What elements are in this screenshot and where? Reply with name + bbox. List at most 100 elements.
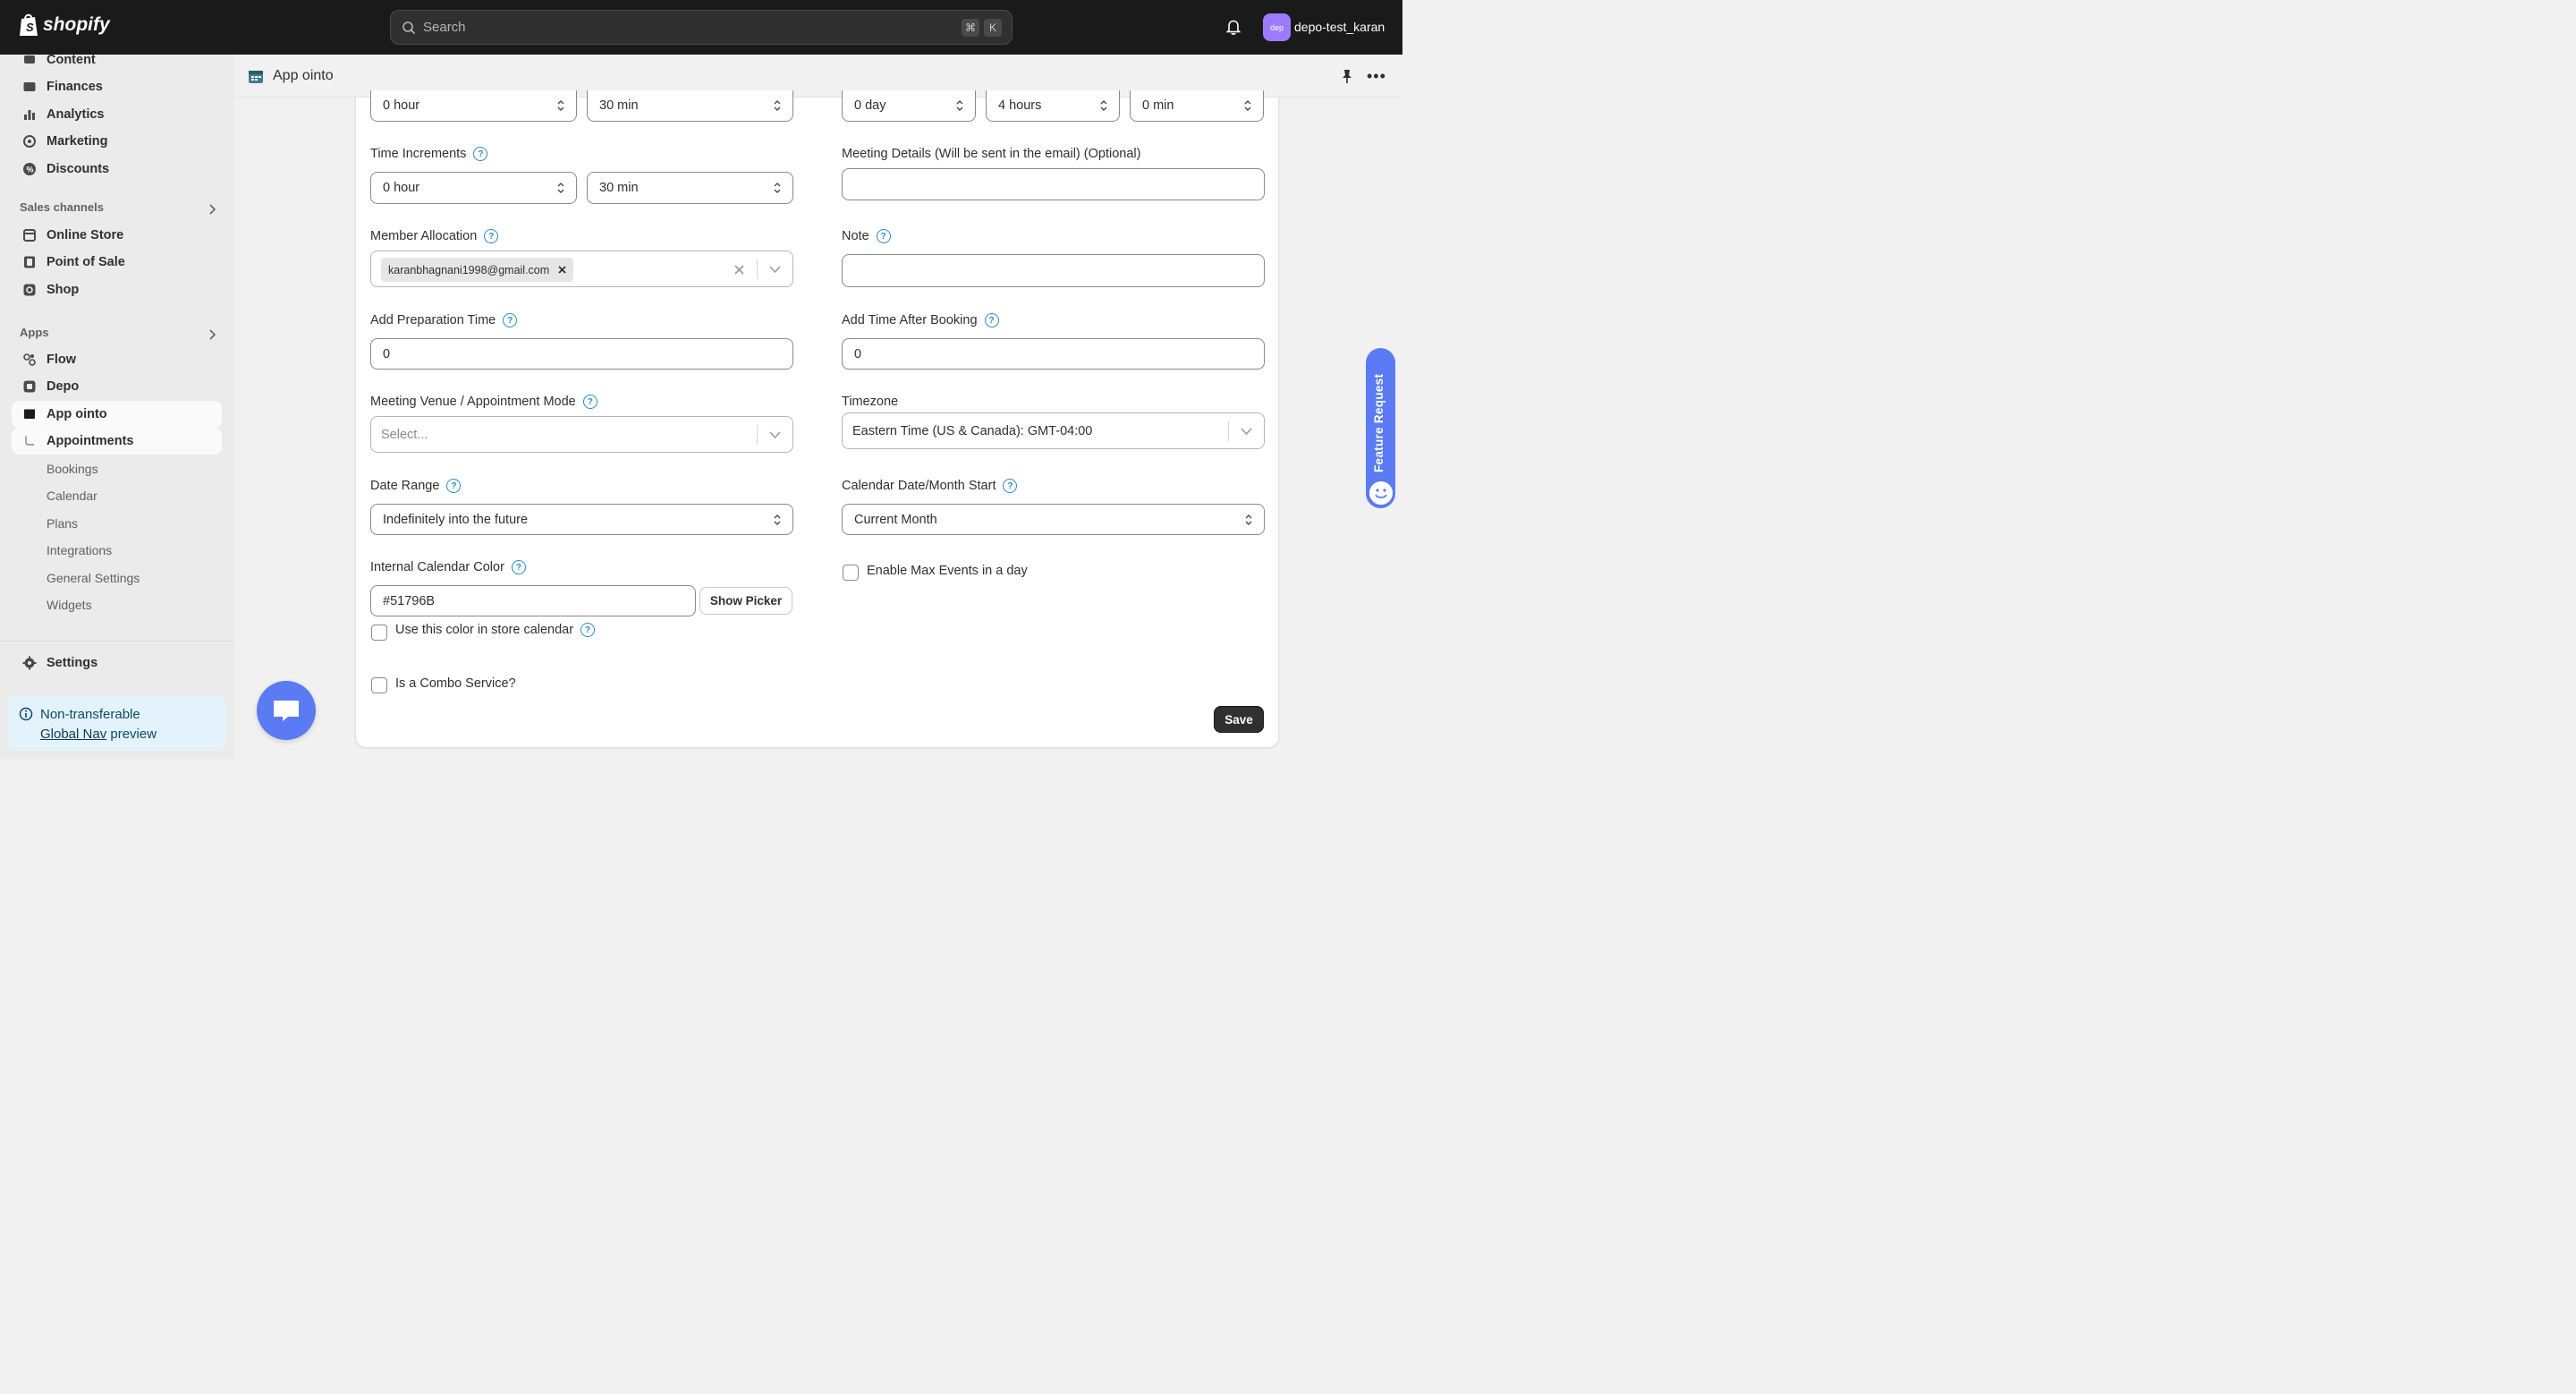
sidebar-sub-plans[interactable]: Plans [47,516,78,531]
sidebar-sub-integrations[interactable]: Integrations [47,543,112,557]
sidebar-item-label: Flow [47,353,77,367]
finances-icon [21,79,38,96]
sidebar-item-point-of-sale[interactable]: Point of Sale [12,249,222,276]
chevron-right-icon[interactable] [207,203,217,216]
select-arrows-icon [1100,100,1107,111]
help-icon[interactable]: ? [876,229,891,243]
more-actions-icon[interactable]: ••• [1367,67,1386,86]
time-increments-hour-select[interactable]: 0 hour [370,172,577,204]
help-icon[interactable]: ? [446,479,462,493]
sidebar-item-finances[interactable]: Finances [12,73,222,100]
sidebar-item-appointments[interactable]: Appointments [12,428,222,455]
sales-channels-label[interactable]: Sales channels [20,200,104,214]
input-value: #51796B [383,593,436,608]
note-input[interactable] [842,254,1265,287]
sidebar-item-analytics[interactable]: Analytics [12,101,222,128]
meeting-details-input[interactable] [842,168,1265,200]
calendar-color-label: Internal Calendar Color ? [370,560,526,574]
meeting-details-label: Meeting Details (Will be sent in the ema… [842,147,1140,161]
pin-icon[interactable] [1340,68,1354,84]
global-nav-link[interactable]: Global Nav [40,727,106,742]
sidebar-sub-calendar[interactable]: Calendar [47,489,97,503]
chevron-down-icon[interactable] [769,266,781,274]
help-icon[interactable]: ? [1003,479,1018,493]
select-value: Current Month [854,512,937,527]
calendar-color-input[interactable]: #51796B [370,585,696,616]
input-value: 0 [383,346,391,361]
sidebar-item-settings[interactable]: Settings [12,650,222,676]
help-icon[interactable]: ? [511,560,526,574]
help-icon[interactable]: ? [984,313,999,327]
select-arrows-icon [1244,100,1251,111]
label-text: Time Increments [370,147,467,161]
help-icon[interactable]: ? [580,623,596,637]
sidebar-item-flow[interactable]: Flow [12,346,222,373]
sidebar-sub-bookings[interactable]: Bookings [47,462,98,476]
timezone-select[interactable]: Eastern Time (US & Canada): GMT-04:00 [842,412,1265,449]
global-nav-preview-banner: Non-transferable Global Nav preview [8,696,226,751]
select-arrows-icon [557,183,564,193]
help-icon[interactable]: ? [503,313,518,327]
sidebar-item-label: Content [47,53,96,67]
help-icon[interactable]: ? [582,395,597,409]
label-text: Member Allocation [370,229,478,243]
use-color-checkbox[interactable] [371,625,387,641]
chat-button[interactable] [257,681,316,740]
help-icon[interactable]: ? [473,147,488,161]
store-name[interactable]: depo-test_karan [1294,20,1385,34]
sidebar-sub-widgets[interactable]: Widgets [47,598,92,612]
select-arrows-icon [774,183,781,193]
info-icon [19,707,33,721]
sidebar-item-depo[interactable]: Depo [12,373,222,400]
content-icon [21,52,38,69]
show-picker-button[interactable]: Show Picker [699,587,792,615]
combo-service-checkbox[interactable] [371,677,387,693]
sidebar-sub-general-settings[interactable]: General Settings [47,571,140,585]
sidebar-item-marketing[interactable]: Marketing [12,128,222,155]
shop-icon [21,282,38,299]
date-range-select[interactable]: Indefinitely into the future [370,504,793,535]
select-value: 4 hours [998,98,1042,113]
chevron-right-icon[interactable] [207,328,217,341]
member-allocation-select[interactable]: karanbhagnani1998@gmail.com [370,251,793,287]
sidebar-item-content[interactable]: Content [12,47,222,73]
preview-line1: Non-transferable [40,707,140,722]
help-icon[interactable]: ? [484,229,499,243]
chevron-down-icon[interactable] [1241,428,1252,436]
avatar[interactable]: dep [1263,13,1291,41]
buffer-min-select[interactable]: 0 min [1130,90,1264,122]
search-input[interactable]: Search ⌘ K [390,10,1013,45]
use-color-label: Use this color in store calendar ? [395,623,596,637]
sidebar-item-shop[interactable]: Shop [12,276,222,303]
max-events-label: Enable Max Events in a day [867,564,1028,578]
apps-label[interactable]: Apps [20,326,49,339]
chip-remove-icon[interactable] [558,266,566,274]
label-text: Add Time After Booking [842,313,978,327]
sidebar-item-discounts[interactable]: % Discounts [12,156,222,183]
sidebar-item-label: App ointo [47,407,107,421]
buffer-hours-select[interactable]: 4 hours [986,90,1120,122]
select-placeholder: Select... [381,427,428,442]
sidebar-item-label: Shop [47,283,80,297]
clear-icon[interactable] [734,265,744,275]
sidebar-item-label: Point of Sale [47,255,125,269]
duration-hour-select[interactable]: 0 hour [370,90,577,122]
shopify-logo[interactable]: S shopify [18,13,110,38]
sidebar-item-online-store[interactable]: Online Store [12,222,222,249]
bell-icon[interactable] [1224,18,1242,36]
after-booking-input[interactable]: 0 [842,338,1265,370]
duration-min-select[interactable]: 30 min [587,90,793,122]
max-events-checkbox[interactable] [843,565,859,581]
select-divider [757,259,758,279]
chevron-down-icon[interactable] [769,431,781,439]
shopify-bag-icon: S [20,13,38,36]
venue-select[interactable]: Select... [370,416,793,453]
smiley-icon [1368,480,1394,506]
time-increments-min-select[interactable]: 30 min [587,172,793,204]
sidebar-divider [0,641,234,642]
buffer-day-select[interactable]: 0 day [842,90,976,122]
save-button[interactable]: Save [1214,706,1264,733]
sidebar-item-app-ointo[interactable]: App ointo [12,401,222,428]
prep-time-input[interactable]: 0 [370,338,793,370]
calendar-start-select[interactable]: Current Month [842,504,1265,535]
